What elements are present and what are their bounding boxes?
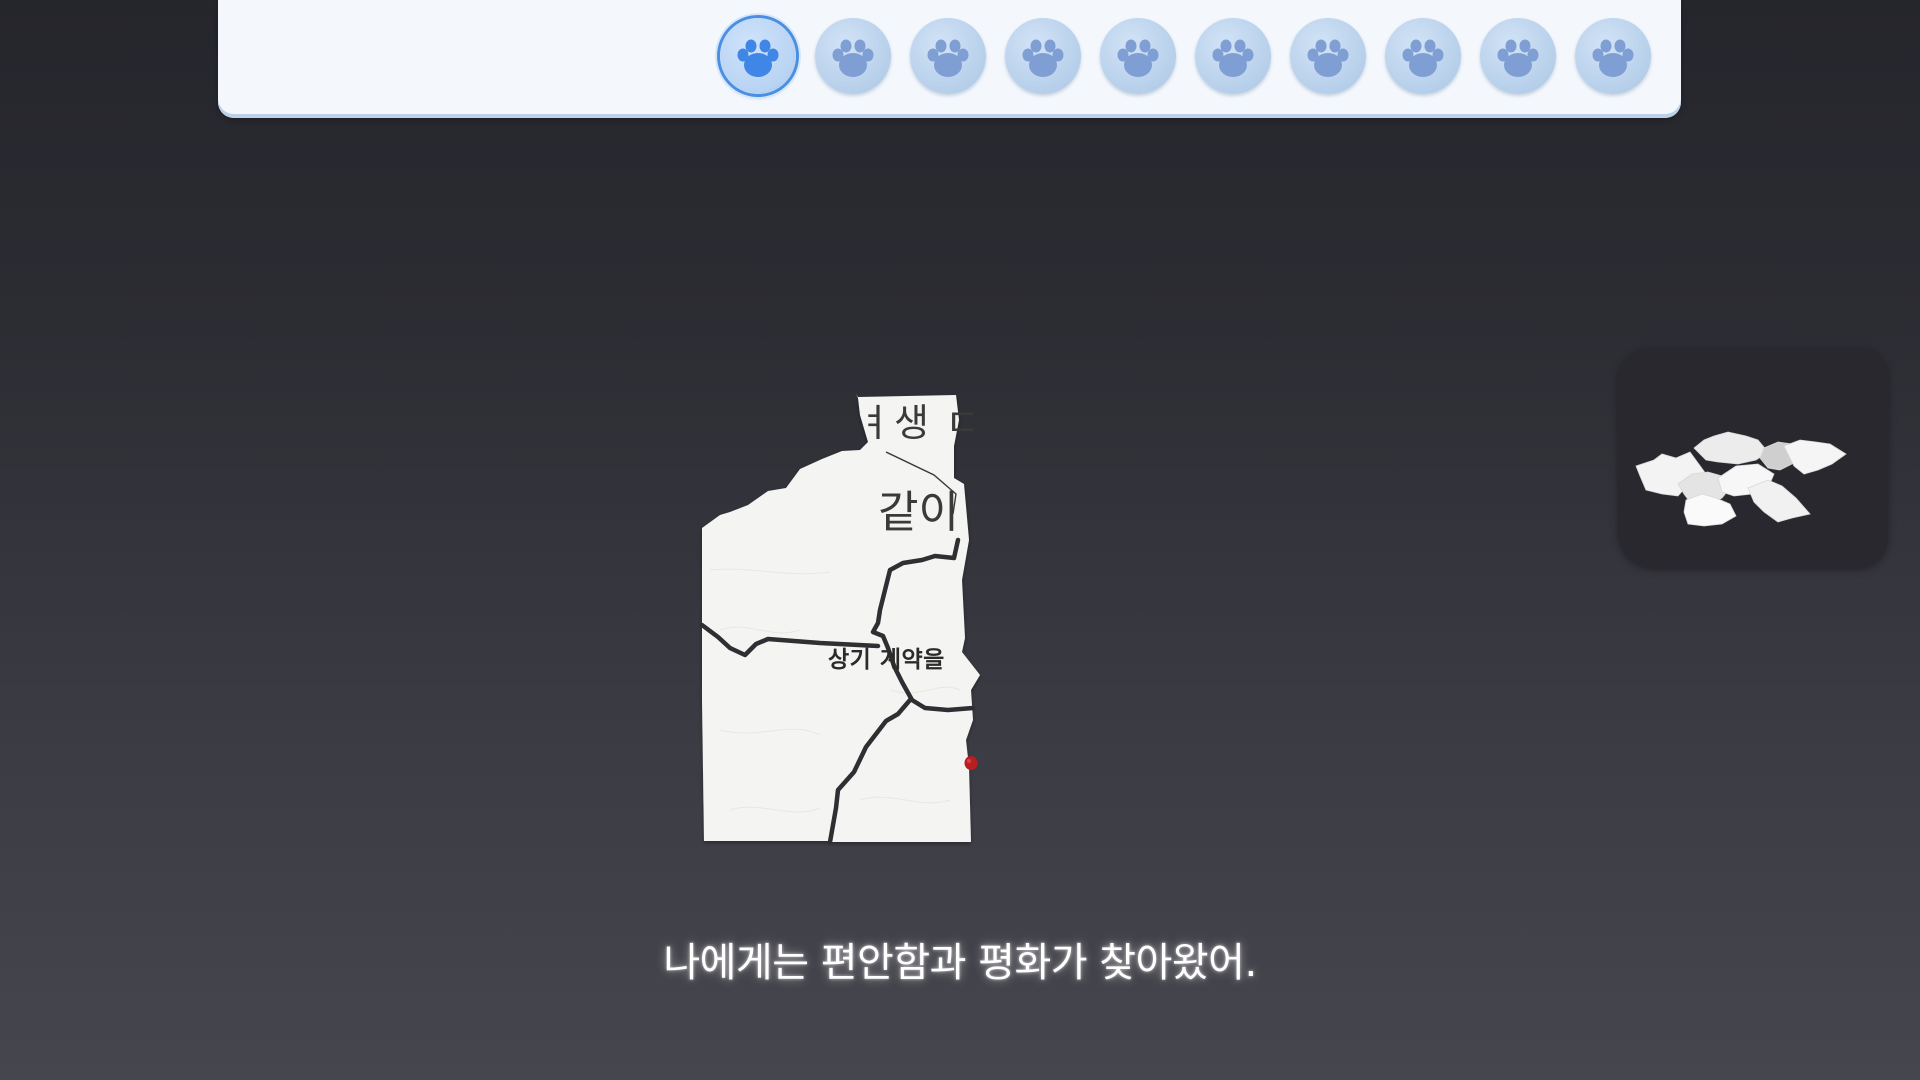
paper-silhouette[interactable] (702, 394, 980, 842)
paw-icon (832, 39, 874, 77)
paw-icon (1022, 39, 1064, 77)
red-marker (964, 756, 978, 770)
pieces-preview-panel[interactable] (1618, 348, 1888, 568)
stage-token-5[interactable] (1100, 18, 1176, 94)
stage-token-2[interactable] (815, 18, 891, 94)
dialogue-subtitle: 나에게는 편안함과 평화가 찾아왔어. (663, 940, 1257, 986)
fragment-text-bold: 상기 계약을 (828, 647, 945, 673)
stage-token-7[interactable] (1290, 18, 1366, 94)
paw-icon (737, 39, 779, 77)
stage-token-1[interactable] (720, 18, 796, 94)
paw-icon (1212, 39, 1254, 77)
stage-token-6[interactable] (1195, 18, 1271, 94)
stage-token-8[interactable] (1385, 18, 1461, 94)
stage-token-row (720, 18, 1651, 94)
paw-icon (927, 39, 969, 77)
paw-icon (1497, 39, 1539, 77)
stage-token-3[interactable] (910, 18, 986, 94)
puzzle-board[interactable]: ㅕ생 ㄷ 같이 상기 계약을 (690, 390, 1010, 850)
stage-token-4[interactable] (1005, 18, 1081, 94)
paw-icon (1117, 39, 1159, 77)
paw-icon (1592, 39, 1634, 77)
fragment-text-middle: 같이 (878, 487, 959, 538)
paw-icon (1307, 39, 1349, 77)
fragment-text-top: ㅕ생 ㄷ (857, 401, 982, 445)
torn-paper-pieces[interactable] (690, 390, 1010, 850)
scattered-pieces-thumbnail (1635, 431, 1847, 527)
paw-icon (1402, 39, 1444, 77)
stage-token-9[interactable] (1480, 18, 1556, 94)
stage-progress-bar (218, 0, 1681, 118)
stage-token-10[interactable] (1575, 18, 1651, 94)
